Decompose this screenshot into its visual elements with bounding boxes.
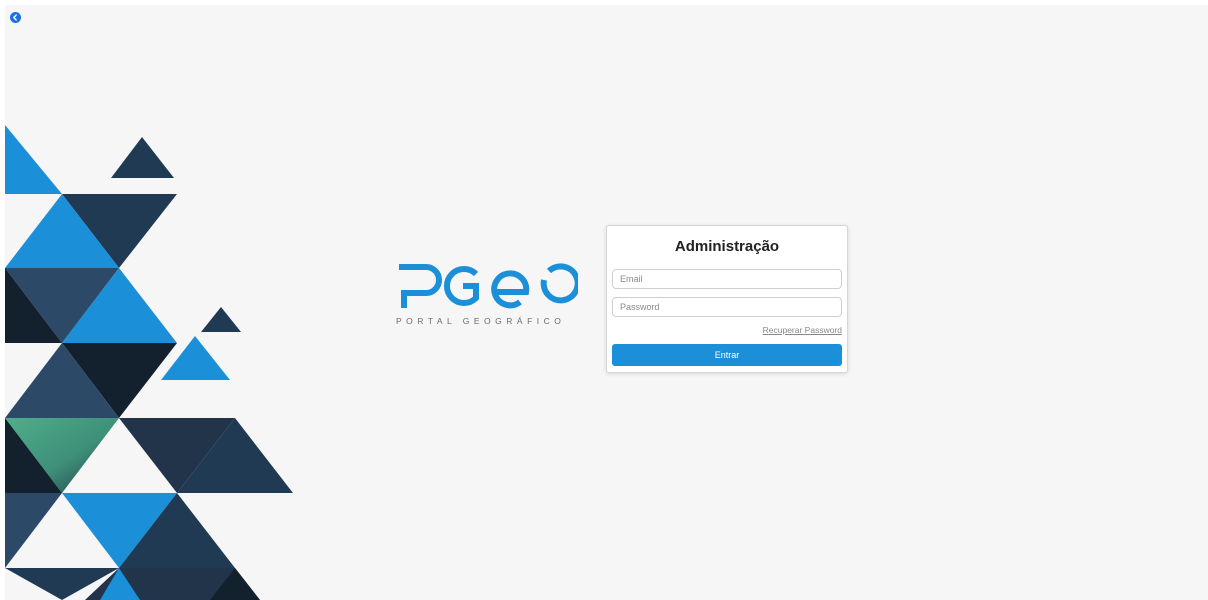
pgeo-logo: PORTAL GEOGRÁFICO [396, 262, 581, 332]
password-input[interactable] [612, 297, 842, 317]
back-button[interactable] [10, 12, 21, 23]
logo-subtitle: PORTAL GEOGRÁFICO [396, 316, 566, 326]
recover-password-link[interactable]: Recuperar Password [763, 325, 842, 335]
login-submit-button[interactable]: Entrar [612, 344, 842, 366]
pgeo-logo-mark [399, 263, 578, 309]
decorative-triangle-pattern [5, 125, 293, 600]
email-input[interactable] [612, 269, 842, 289]
page-background: PORTAL GEOGRÁFICO Administração Recupera… [5, 5, 1208, 600]
login-title: Administração [674, 238, 780, 255]
arrow-left-icon [13, 14, 17, 21]
login-card: Administração Recuperar Password Entrar [606, 225, 848, 373]
